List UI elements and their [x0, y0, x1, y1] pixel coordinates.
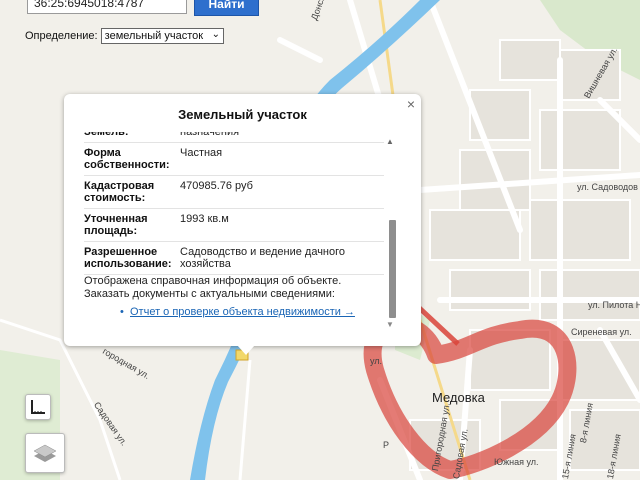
definition-select[interactable]: земельный участок ⌄ [100, 28, 225, 44]
note-line-2: Заказать документы с актуальными сведени… [84, 288, 335, 300]
label-medovka: Медовка [432, 390, 485, 405]
label-sadovodov: ул. Садоводов [577, 182, 638, 192]
row-value: 1993 кв.м [180, 208, 384, 242]
definition-row: Определение: земельный участок ⌄ [25, 28, 225, 44]
row-key: Форма собственности: [84, 142, 180, 176]
row-key: Уточненная площадь: [84, 208, 180, 242]
row-value: Частная [180, 142, 384, 176]
row-key: Разрешенное использование: [84, 241, 180, 275]
popup-title: Земельный участок [178, 107, 307, 122]
row-value: Садоводство и ведение дачного хозяйства [180, 241, 384, 275]
scroll-up-icon[interactable]: ▲ [386, 137, 394, 146]
row-value: назначения [180, 132, 384, 143]
table-row: Уточненная площадь: 1993 кв.м [84, 208, 384, 242]
table-row: Разрешенное использование: Садоводство и… [84, 241, 384, 275]
table-row: Форма собственности: Частная [84, 142, 384, 176]
layers-icon [33, 444, 57, 462]
popup-note: Отображена справочная информация об объе… [84, 275, 384, 301]
label-r-fragment: Р [383, 440, 390, 450]
popup-tail [237, 345, 255, 355]
cadastral-search-input[interactable] [27, 0, 187, 14]
label-sirenevaya: Сиреневая ул. [571, 327, 632, 337]
definition-label: Определение: [25, 30, 98, 42]
definition-selected-value: земельный участок [104, 30, 204, 42]
bullet-icon: • [120, 306, 124, 318]
close-icon[interactable]: × [407, 96, 415, 112]
row-value: 470985.76 руб [180, 175, 384, 209]
ruler-icon [31, 400, 45, 414]
layers-button[interactable] [25, 433, 65, 473]
label-yuzhnaya: Южная ул. [494, 457, 539, 467]
label-pilota: ул. Пилота Не [588, 300, 640, 310]
info-table: Земель: назначения Форма собственности: … [84, 132, 384, 275]
popup-scrollbar-thumb[interactable] [389, 220, 396, 318]
note-line-1: Отображена справочная информация об объе… [84, 275, 342, 287]
parcel-info-popup: Земельный участок × Земель: назначения Ф… [64, 94, 421, 355]
scroll-down-icon[interactable]: ▼ [386, 320, 394, 329]
popup-body: Земель: назначения Форма собственности: … [84, 132, 384, 342]
chevron-down-icon: ⌄ [211, 29, 221, 40]
row-key: Кадастровая стоимость: [84, 175, 180, 209]
ruler-button[interactable] [25, 394, 51, 420]
label-ul-fragment: ул. [370, 356, 383, 366]
table-row: Земель: назначения [84, 132, 384, 143]
row-key: Земель: [84, 132, 180, 143]
report-link[interactable]: Отчет о проверке объекта недвижимости → [130, 306, 355, 318]
table-row: Кадастровая стоимость: 470985.76 руб [84, 175, 384, 209]
find-button[interactable]: Найти [194, 0, 259, 16]
